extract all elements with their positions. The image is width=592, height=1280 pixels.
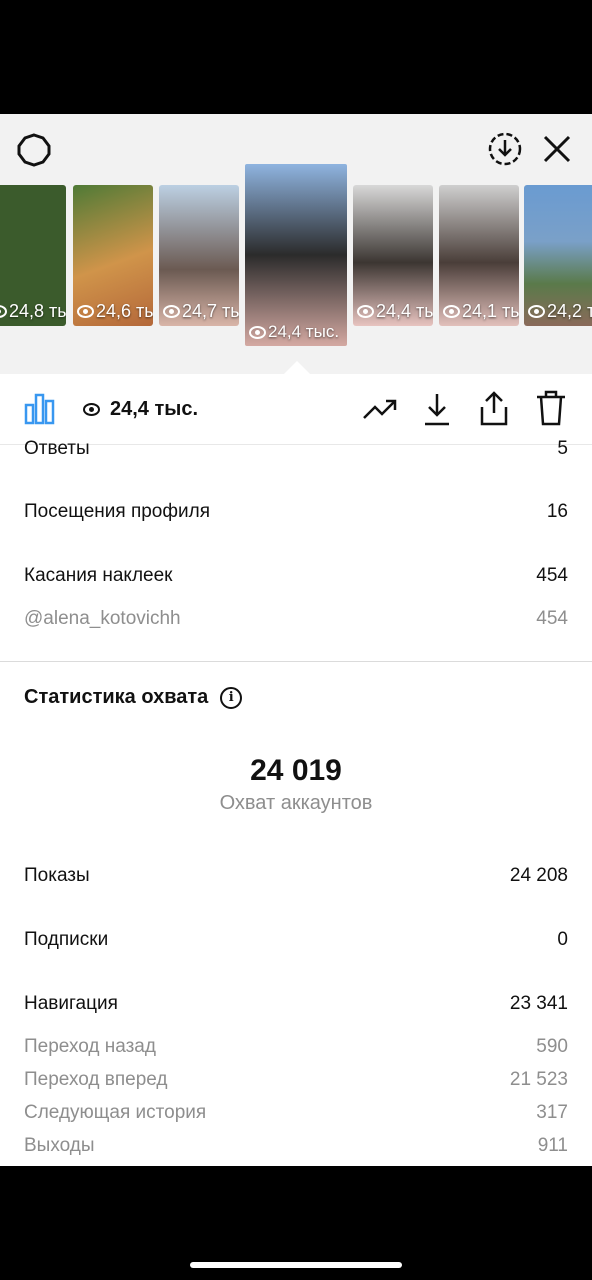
story-thumbnail[interactable]: 24,6 тыс — [73, 185, 153, 326]
story-thumbnail-selected[interactable]: 24,4 тыс. — [245, 164, 347, 346]
trash-icon[interactable] — [534, 388, 568, 428]
share-icon[interactable] — [477, 388, 511, 428]
info-icon[interactable]: i — [220, 686, 243, 709]
eye-icon — [163, 305, 180, 318]
promote-trend-icon[interactable] — [362, 392, 398, 426]
settings-gear-icon[interactable] — [16, 132, 52, 168]
accounts-reached-value: 24 019 — [250, 754, 342, 787]
back-row: Переход назад 590 — [24, 1036, 568, 1057]
story-thumbnail[interactable]: 24,8 тыс — [0, 185, 66, 326]
insights-chart-icon[interactable] — [22, 390, 58, 426]
section-divider — [0, 661, 592, 662]
profile-visits-row: Посещения профиля 16 — [24, 501, 568, 522]
next-story-row: Следующая история 317 — [24, 1102, 568, 1123]
eye-icon — [443, 305, 460, 318]
stories-carousel[interactable]: 24,8 тыс 24,6 тыс 24,7 тыс 24,4 тыс. 24,… — [0, 114, 592, 375]
eye-icon — [528, 305, 545, 318]
selection-pointer — [283, 361, 311, 375]
navigation-row: Навигация 23 341 — [24, 993, 568, 1014]
eye-icon — [249, 325, 266, 339]
eye-icon — [83, 403, 100, 416]
accounts-reached-label: Охват аккаунтов — [219, 792, 373, 814]
story-insights-screen: 24,8 тыс 24,6 тыс 24,7 тыс 24,4 тыс. 24,… — [0, 114, 592, 1166]
eye-icon — [77, 305, 94, 318]
story-thumbnail[interactable]: 24,1 тыс — [439, 185, 519, 326]
reach-section-title: Статистика охвата i — [24, 686, 243, 709]
story-thumbnail[interactable]: 24,4 тыс — [353, 185, 433, 326]
exits-row: Выходы 911 — [24, 1135, 568, 1156]
download-icon[interactable] — [420, 390, 454, 428]
forward-row: Переход вперед 21 523 — [24, 1069, 568, 1090]
close-icon[interactable] — [540, 132, 574, 166]
eye-icon — [357, 305, 374, 318]
story-thumbnail[interactable]: 24,2 тыс — [524, 185, 592, 326]
eye-icon — [0, 305, 7, 318]
story-thumbnail[interactable]: 24,7 тыс — [159, 185, 239, 326]
views-count: 24,4 тыс. — [110, 398, 199, 420]
story-actions-bar: 24,4 тыс. — [0, 374, 592, 445]
save-download-icon[interactable] — [486, 130, 524, 168]
follows-row: Подписки 0 — [24, 929, 568, 950]
home-indicator[interactable] — [190, 1262, 402, 1268]
impressions-row: Показы 24 208 — [24, 865, 568, 886]
replies-row: Ответы 5 — [24, 438, 568, 459]
sticker-taps-row: Касания наклеек 454 — [24, 565, 568, 586]
sticker-mention-row[interactable]: @alena_kotovichh 454 — [24, 608, 568, 630]
